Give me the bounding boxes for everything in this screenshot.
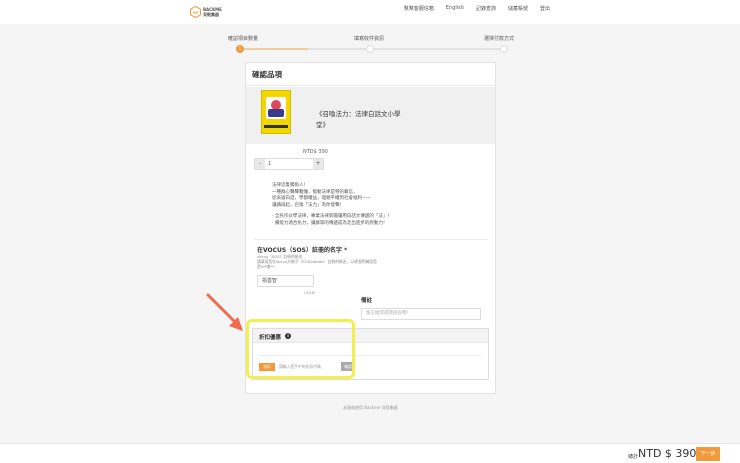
divider: [254, 239, 488, 240]
divider: [246, 85, 495, 86]
backme-logo[interactable]: BACKME 貝殼集器: [190, 6, 230, 20]
next-step-button[interactable]: 下一步: [696, 447, 720, 461]
nav-records[interactable]: 記錄查詢: [476, 5, 496, 12]
step-dot-1: 1: [236, 45, 244, 53]
step-label-confirm: 確認項目數量: [228, 36, 259, 42]
highlight-box: [246, 319, 355, 379]
vocus-name-label: 在VOCUS（SOS）註冊的名字 *: [257, 247, 348, 254]
product-price: NTD$ 390: [303, 149, 328, 155]
book-cover-image: [261, 90, 291, 134]
quantity-stepper[interactable]: - 1 +: [254, 158, 324, 170]
step-label-shipping: 填寫收件資訊: [354, 36, 385, 42]
note-input[interactable]: 留言給得得我說說嗎！: [361, 308, 481, 320]
product-name: 《召喚法力：法律白話文小學堂》: [316, 110, 401, 129]
top-nav: 幫幫客服信箱 English 記錄查詢 儲蓄帳號 登出: [404, 5, 550, 12]
nav-logout[interactable]: 登出: [540, 5, 550, 12]
footer-note: 本服務使用 Backme 貝殼集器: [343, 405, 398, 410]
top-header: BACKME 貝殼集器 幫幫客服信箱 English 記錄查詢 儲蓄帳號 登出: [0, 0, 740, 24]
step-dot-2: [366, 45, 374, 53]
description-line: ‧ 備能力適合民力，讓群眾的傳遞成為走出進步的原動力！: [272, 220, 388, 226]
nav-account[interactable]: 儲蓄帳號: [508, 5, 528, 12]
character-counter: (3/48): [304, 290, 316, 295]
quantity-plus-button[interactable]: +: [313, 159, 323, 169]
checkout-bar: 總計 NTD $ 390 下一步: [0, 443, 740, 463]
nav-english[interactable]: English: [446, 5, 464, 12]
total-label: 總計: [628, 454, 639, 460]
step-dot-3: [500, 45, 508, 53]
quantity-minus-button[interactable]: -: [255, 159, 265, 169]
card-title: 確認品項: [252, 70, 282, 79]
logo-text: BACKME 貝殼集器: [203, 7, 222, 17]
quantity-value[interactable]: 1: [265, 159, 313, 169]
vocus-name-hint: Vocus（SOS）註冊的帳名 請填寫您在Vocus方格子（SOS/reader…: [257, 254, 377, 269]
vocus-name-input[interactable]: 捐善智: [257, 275, 314, 287]
logo-mark-icon: [190, 6, 201, 18]
step-track-progress: [236, 48, 308, 50]
checkout-steps: 確認項目數量 填寫收件資訊 選擇付款方式 1: [228, 35, 516, 55]
product-description: 法律這隻獨角人！ 一種群心聲聲難懂，撥動法律是特的載信， 從表論白話，學都權益，…: [272, 183, 472, 227]
note-label: 備註: [361, 298, 373, 304]
total-amount: NTD $ 390: [638, 447, 697, 460]
nav-support-email[interactable]: 幫幫客服信箱: [404, 5, 434, 12]
step-label-payment: 選擇付款方式: [484, 36, 515, 42]
